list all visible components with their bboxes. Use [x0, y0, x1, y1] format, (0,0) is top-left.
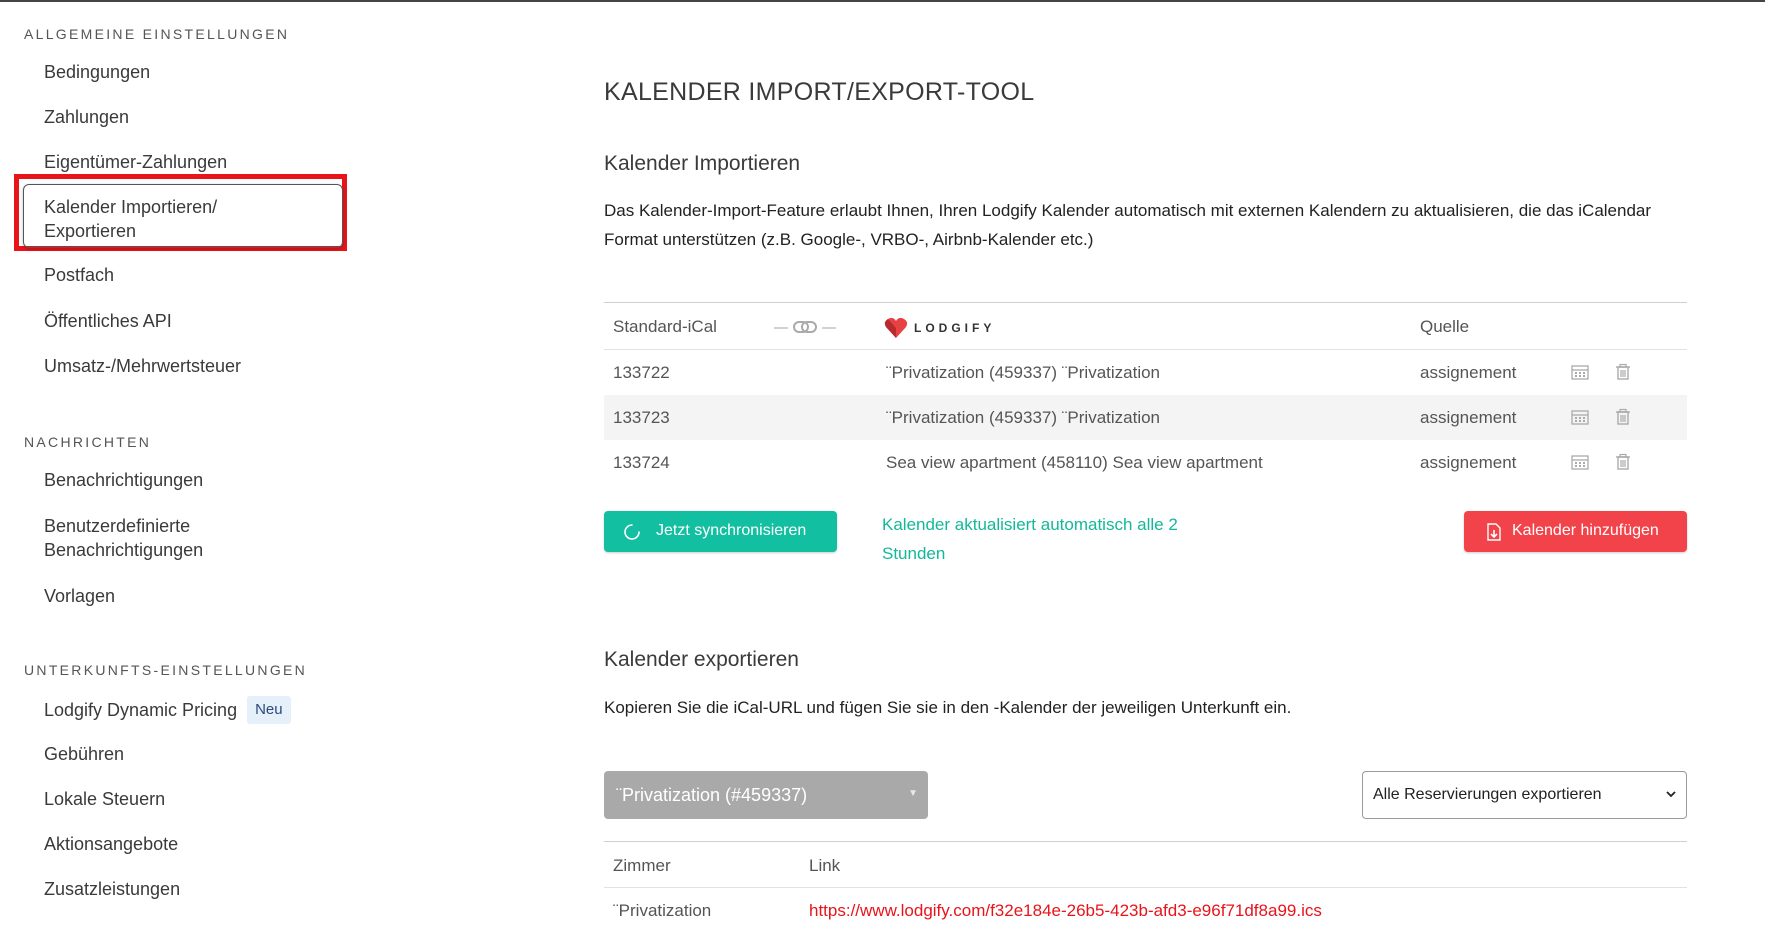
- row-source: assignement: [1420, 453, 1517, 472]
- sidebar-item-lokale-steuern[interactable]: Lokale Steuern: [44, 787, 165, 811]
- import-heading: Kalender Importieren: [604, 152, 801, 175]
- add-calendar-label: Kalender hinzufügen: [1512, 522, 1659, 539]
- sidebar-item-umsatzsteuer[interactable]: Umsatz-/Mehrwertsteuer: [44, 354, 241, 378]
- lodgify-logo-text: LODGIFY: [914, 321, 996, 335]
- column-header-source: Quelle: [1420, 317, 1470, 336]
- chevron-down-icon: [1666, 791, 1676, 798]
- section-heading-general: ALLGEMEINE EINSTELLUNGEN: [24, 26, 290, 42]
- row-property: Sea view apartment (458110) Sea view apa…: [886, 453, 1263, 472]
- sync-now-button[interactable]: Jetzt synchronisieren: [604, 511, 837, 552]
- row-source: assignement: [1420, 408, 1517, 427]
- row-ical-id: 133724: [613, 453, 670, 472]
- export-description: Kopieren Sie die iCal-URL und fügen Sie …: [604, 698, 1292, 717]
- trash-icon[interactable]: [1614, 408, 1632, 426]
- table-row: 133722 ¨Privatization (459337) ¨Privatiz…: [604, 350, 1687, 395]
- sidebar: ALLGEMEINE EINSTELLUNGEN Bedingungen Zah…: [0, 0, 560, 924]
- sidebar-item-aktionsangebote[interactable]: Aktionsangebote: [44, 832, 178, 856]
- sidebar-item-zahlungen[interactable]: Zahlungen: [44, 105, 129, 129]
- section-heading-property-settings: UNTERKUNFTS-EINSTELLUNGEN: [24, 662, 308, 678]
- new-badge: Neu: [247, 696, 291, 724]
- calendar-icon[interactable]: [1571, 453, 1589, 471]
- export-row-room: ¨Privatization: [613, 901, 712, 920]
- sidebar-item-postfach[interactable]: Postfach: [44, 263, 114, 287]
- export-type-select[interactable]: Alle Reservierungen exportieren: [1362, 771, 1687, 819]
- sidebar-item-vorlagen[interactable]: Vorlagen: [44, 584, 115, 608]
- trash-icon[interactable]: [1614, 363, 1632, 381]
- table-row: ¨Privatization https://www.lodgify.com/f…: [604, 888, 1687, 933]
- import-description: Das Kalender-Import-Feature erlaubt Ihne…: [604, 201, 1652, 249]
- property-select[interactable]: ¨Privatization (#459337) ▼: [604, 771, 928, 819]
- sidebar-item-eigentuemer-zahlungen[interactable]: Eigentümer-Zahlungen: [44, 150, 227, 174]
- row-ical-id: 133723: [613, 408, 670, 427]
- calendar-icon[interactable]: [1571, 408, 1589, 426]
- export-ical-link[interactable]: https://www.lodgify.com/f32e184e-26b5-42…: [809, 901, 1322, 920]
- sidebar-item-gebuehren[interactable]: Gebühren: [44, 742, 124, 766]
- import-table-header: Standard-iCal LODGIFY Quelle: [604, 304, 1687, 349]
- table-row: 133723 ¨Privatization (459337) ¨Privatiz…: [604, 395, 1687, 440]
- sync-now-label: Jetzt synchronisieren: [656, 522, 807, 539]
- sidebar-item-dynamic-pricing-label: Lodgify Dynamic Pricing: [44, 700, 238, 720]
- link-icon: [774, 304, 846, 349]
- page-title: KALENDER IMPORT/EXPORT-TOOL: [604, 78, 1035, 106]
- table-row: 133724 Sea view apartment (458110) Sea v…: [604, 440, 1687, 485]
- section-heading-messages: NACHRICHTEN: [24, 434, 152, 450]
- export-type-select-value: Alle Reservierungen exportieren: [1373, 786, 1602, 803]
- sidebar-item-zusatzleistungen[interactable]: Zusatzleistungen: [44, 877, 180, 901]
- export-heading: Kalender exportieren: [604, 648, 799, 671]
- calendar-icon[interactable]: [1571, 363, 1589, 381]
- sidebar-item-bedingungen[interactable]: Bedingungen: [44, 60, 150, 84]
- add-calendar-button[interactable]: Kalender hinzufügen: [1464, 511, 1687, 552]
- sidebar-item-dynamic-pricing[interactable]: Lodgify Dynamic Pricing Neu: [44, 696, 291, 724]
- refresh-icon: [624, 524, 640, 540]
- row-property: ¨Privatization (459337) ¨Privatization: [886, 408, 1161, 427]
- property-select-value: ¨Privatization (#459337): [616, 785, 808, 805]
- lodgify-logo: LODGIFY: [884, 304, 995, 349]
- sidebar-item-benachrichtigungen[interactable]: Benachrichtigungen: [44, 468, 203, 492]
- sidebar-item-benutzerdefinierte-benachrichtigungen[interactable]: Benutzerdefinierte Benachrichtigungen: [44, 514, 304, 562]
- trash-icon[interactable]: [1614, 453, 1632, 471]
- add-calendar-icon: [1487, 523, 1501, 541]
- auto-update-note: Kalender aktualisiert automatisch alle 2…: [882, 515, 1178, 563]
- row-source: assignement: [1420, 363, 1517, 382]
- caret-down-icon: ▼: [908, 788, 918, 799]
- row-property: ¨Privatization (459337) ¨Privatization: [886, 363, 1161, 382]
- column-header-room: Zimmer: [613, 856, 671, 875]
- column-header-ical: Standard-iCal: [613, 317, 717, 336]
- row-ical-id: 133722: [613, 363, 670, 382]
- sidebar-item-kalender-import-export[interactable]: Kalender Importieren/ Exportieren: [44, 195, 304, 243]
- sidebar-item-oeffentliches-api[interactable]: Öffentliches API: [44, 309, 172, 333]
- column-header-link: Link: [809, 856, 841, 875]
- export-table-header: Zimmer Link: [604, 843, 1687, 888]
